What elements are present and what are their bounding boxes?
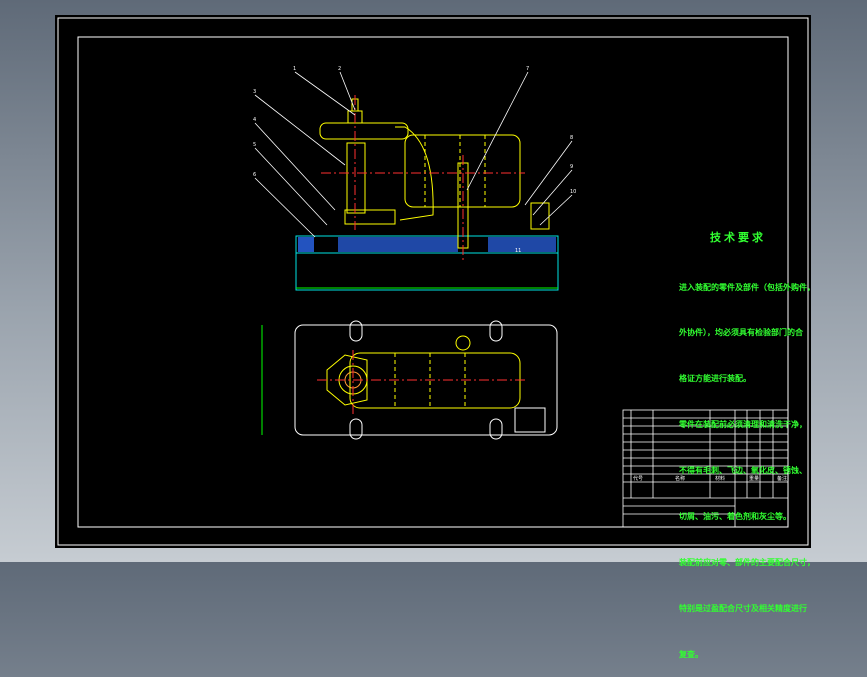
base-hatch-mid	[338, 237, 458, 252]
leader-6	[254, 177, 316, 238]
balloon-label: 4	[253, 117, 256, 123]
title-block-header: 代号	[633, 475, 643, 482]
leader-4	[254, 122, 336, 211]
balloon-label: 3	[253, 89, 256, 95]
front-view	[254, 71, 573, 291]
base-hatch-right	[488, 237, 556, 252]
top-support-block	[514, 407, 546, 433]
base-extension	[295, 252, 559, 291]
balloon-label: 11	[515, 248, 521, 254]
balloon-label: 5	[253, 142, 256, 148]
balloon-label: 9	[570, 164, 573, 170]
tech-line: 不得有毛刺、飞边、氧化皮、锈蚀、	[679, 466, 807, 476]
clamp-foot	[344, 209, 396, 225]
top-view	[261, 320, 558, 440]
balloon-label: 2	[338, 66, 341, 72]
balloon-label: 1	[293, 66, 296, 72]
tech-requirements-title: 技术要求	[710, 231, 766, 244]
drawing-sheet: 1 2 3 4 5 6 7 8 9 10 11 代号 名称 材料 重量 备注 技术要求 进入装配的零件及部件…	[55, 15, 815, 659]
tech-line: 装配前应对零、部件的主要配合尺寸，	[679, 557, 815, 567]
base-hatch-left	[298, 237, 314, 252]
workpiece-hidden-lines	[424, 135, 486, 207]
balloon-labels: 1 2 3 4 5 6 7 8 9 10 11	[253, 66, 576, 254]
clamp-arm	[319, 122, 409, 140]
tech-line: 特别是过盈配合尺寸及相关精度进行	[679, 603, 807, 613]
leader-1	[294, 71, 356, 116]
tech-line: 复查。	[679, 649, 703, 659]
balloon-label: 10	[570, 189, 576, 195]
tech-line: 外协件），均必须具有检验部门的合	[679, 328, 803, 338]
tech-line: 切屑、油污、着色剂和灰尘等。	[679, 512, 791, 522]
tech-line: 进入装配的零件及部件（包括外购件，	[679, 282, 815, 292]
top-pin-circle	[455, 335, 471, 351]
balloon-label: 6	[253, 172, 256, 178]
leader-3	[254, 94, 346, 166]
tech-line: 零件在装配前必须清理和清洗干净，	[679, 420, 807, 430]
balloon-label: 7	[526, 66, 529, 72]
balloon-label: 8	[570, 135, 573, 141]
tech-requirements-text: 进入装配的零件及部件（包括外购件， 外协件），均必须具有检验部门的合 格证方能进…	[679, 249, 815, 677]
leader-2	[339, 71, 356, 111]
leader-9	[532, 169, 573, 216]
tech-line: 格证方能进行装配。	[679, 374, 751, 384]
leader-10	[539, 194, 573, 226]
leader-8	[524, 140, 573, 206]
clamp-post	[346, 142, 366, 214]
leader-7	[466, 71, 529, 191]
